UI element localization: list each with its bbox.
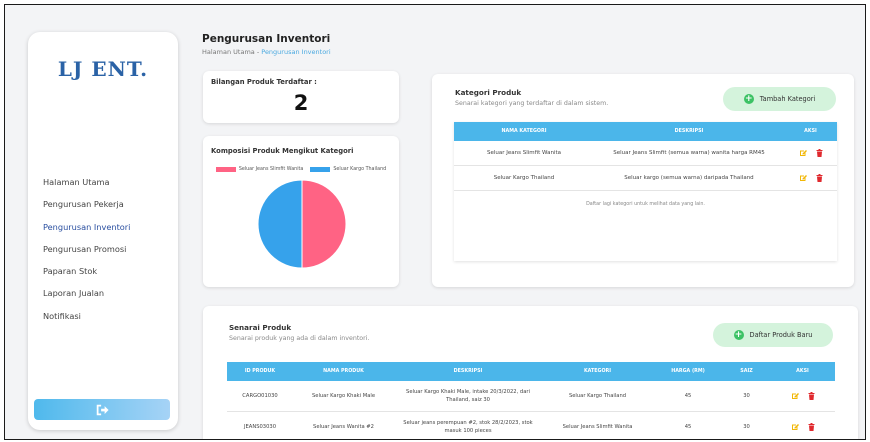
product-description: Seluar jeans perempuan #2, stok 28/2/202… [403, 420, 533, 434]
column-header-aksi: AKSI [796, 369, 809, 374]
table-row: JEANS03030 Seluar Jeans Wanita #2 Seluar… [227, 412, 835, 439]
legend-label-jeans: Seluar Jeans Slimfit Wanita [238, 167, 304, 172]
category-description: Seluar Jeans Slimfit (semua warna) wanit… [613, 150, 765, 156]
column-header-id-produk[interactable]: ID PRODUK [227, 369, 293, 374]
edit-icon[interactable] [791, 392, 799, 400]
column-header-saiz[interactable]: SAIZ [723, 369, 770, 374]
composition-chart-card: Komposisi Produk Mengikut Kategori Selua… [203, 136, 399, 287]
plus-icon: + [743, 94, 754, 104]
category-subtitle: Senarai kategori yang terdaftar di dalam… [455, 100, 609, 107]
edit-icon[interactable] [791, 423, 799, 431]
sidebar-item-halaman-utama[interactable]: Halaman Utama [43, 176, 130, 198]
table-row: Seluar Jeans Slimfit Wanita Seluar Jeans… [454, 141, 837, 166]
row-actions [770, 392, 835, 400]
column-header-deskripsi[interactable]: DESKRIPSI [394, 369, 542, 374]
product-size: 30 [743, 393, 750, 399]
page-title: Pengurusan Inventori [202, 33, 331, 45]
column-header-kategori[interactable]: KATEGORI [542, 369, 653, 374]
add-category-label: Tambah Kategori [759, 95, 816, 103]
delete-icon[interactable] [816, 174, 823, 182]
sidebar-item-paparan-stok[interactable]: Paparan Stok [43, 265, 130, 287]
add-category-button[interactable]: + Tambah Kategori [723, 87, 836, 111]
product-id: JEANS03030 [243, 424, 277, 430]
pie-slice-jeans[interactable] [301, 179, 347, 269]
product-size: 30 [743, 424, 750, 430]
product-name: Seluar Kargo Khaki Male [311, 393, 376, 399]
delete-icon[interactable] [816, 149, 823, 157]
legend-item-kargo[interactable]: Seluar Kargo Thailand [310, 167, 386, 172]
product-count-value: 2 [293, 91, 309, 115]
category-card: Kategori Produk Senarai kategori yang te… [432, 74, 854, 287]
column-header-deskripsi[interactable]: DESKRIPSI [594, 129, 784, 134]
sidebar-item-notifikasi[interactable]: Notifikasi [43, 310, 130, 332]
product-name: Seluar Jeans Wanita #2 [313, 424, 374, 430]
category-table: NAMA KATEGORI DESKRIPSI AKSI Seluar Jean… [454, 122, 837, 261]
chart-legend: Seluar Jeans Slimfit Wanita Seluar Kargo… [203, 167, 399, 172]
row-actions [770, 423, 835, 431]
app-logo: LJ ENT. [57, 57, 149, 81]
add-product-button[interactable]: + Daftar Produk Baru [713, 323, 833, 347]
product-category: Seluar Kargo Thailand [568, 393, 627, 399]
breadcrumb-current: Pengurusan Inventori [261, 48, 331, 56]
delete-icon[interactable] [808, 423, 815, 431]
product-table-header: ID PRODUK NAMA PRODUK DESKRIPSI KATEGORI… [227, 362, 835, 381]
logout-icon [96, 404, 109, 415]
edit-icon[interactable] [799, 149, 807, 157]
sidebar-item-pengurusan-inventori[interactable]: Pengurusan Inventori [43, 221, 130, 243]
chart-title: Komposisi Produk Mengikut Kategori [211, 147, 354, 155]
category-table-header: NAMA KATEGORI DESKRIPSI AKSI [454, 122, 837, 141]
add-product-label: Daftar Produk Baru [749, 331, 813, 339]
product-description: Seluar Kargo Khaki Male, intake 20/3/202… [406, 389, 530, 403]
legend-swatch-jeans [215, 167, 236, 172]
sidebar-item-laporan-jualan[interactable]: Laporan Jualan [43, 287, 130, 309]
product-category: Seluar Jeans Slimfit Wanita [562, 424, 633, 430]
table-row: CARGO01030 Seluar Kargo Khaki Male Selua… [227, 381, 835, 412]
product-count-label: Bilangan Produk Terdaftar : [211, 78, 317, 86]
column-header-nama-kategori[interactable]: NAMA KATEGORI [454, 129, 594, 134]
column-header-nama-produk[interactable]: NAMA PRODUK [293, 369, 394, 374]
product-count-card: Bilangan Produk Terdaftar : 2 [203, 71, 399, 123]
product-list-subtitle: Senarai produk yang ada di dalam invento… [229, 335, 370, 342]
category-name: Seluar Jeans Slimfit Wanita [486, 150, 562, 156]
sidebar-item-pengurusan-pekerja[interactable]: Pengurusan Pekerja [43, 198, 130, 220]
edit-icon[interactable] [799, 174, 807, 182]
product-price: 45 [684, 424, 692, 430]
legend-item-jeans[interactable]: Seluar Jeans Slimfit Wanita [215, 167, 304, 172]
composition-pie-chart [257, 179, 347, 269]
breadcrumb-root[interactable]: Halaman Utama [202, 48, 255, 56]
row-actions [784, 149, 837, 157]
breadcrumb: Halaman Utama - Pengurusan Inventori [202, 48, 331, 56]
plus-icon: + [733, 330, 744, 340]
pie-slice-kargo[interactable] [257, 179, 303, 269]
category-title: Kategori Produk [455, 88, 522, 97]
category-name: Seluar Kargo Thailand [493, 175, 555, 181]
product-list-title: Senarai Produk [229, 323, 292, 332]
product-list-card: Senarai Produk Senarai produk yang ada d… [203, 306, 858, 439]
sidebar-nav: Halaman Utama Pengurusan Pekerja Penguru… [43, 176, 130, 332]
column-header-harga[interactable]: HARGA (RM) [653, 369, 723, 374]
legend-label-kargo: Seluar Kargo Thailand [333, 167, 387, 172]
delete-icon[interactable] [808, 392, 815, 400]
row-actions [784, 174, 837, 182]
category-description: Seluar kargo (semua warna) daripada Thai… [624, 175, 754, 181]
product-price: 45 [684, 393, 692, 399]
sidebar: LJ ENT. Halaman Utama Pengurusan Pekerja… [28, 32, 178, 430]
legend-swatch-kargo [310, 167, 331, 172]
sidebar-item-pengurusan-promosi[interactable]: Pengurusan Promosi [43, 243, 130, 265]
product-id: CARGO01030 [242, 393, 278, 399]
app-frame: LJ ENT. Halaman Utama Pengurusan Pekerja… [4, 4, 866, 440]
logout-button[interactable] [34, 399, 170, 420]
column-header-aksi: AKSI [804, 129, 817, 134]
product-table: ID PRODUK NAMA PRODUK DESKRIPSI KATEGORI… [227, 362, 835, 439]
table-row: Seluar Kargo Thailand Seluar kargo (semu… [454, 166, 837, 191]
category-footer-note: Daftar lagi kategori untuk melihat data … [586, 202, 705, 207]
